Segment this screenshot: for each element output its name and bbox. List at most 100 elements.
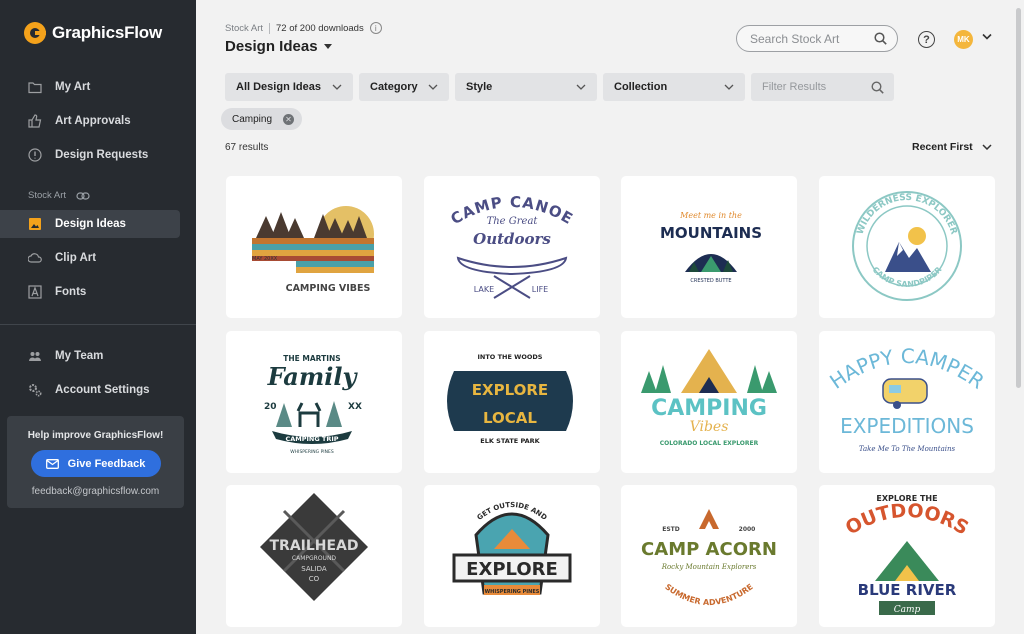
chevron-down-icon (428, 84, 438, 90)
sidebar-item-label: Fonts (55, 286, 87, 298)
card-text: BLUE RIVER (858, 581, 957, 599)
card-text: LAKE (474, 285, 494, 294)
sidebar-item-clip-art[interactable]: Clip Art (0, 244, 180, 272)
card-text: INTO THE WOODS (478, 353, 543, 361)
sidebar-item-label: My Art (55, 81, 91, 93)
card-text: CAMPGROUND (292, 555, 337, 562)
card-text: EXPLORE (466, 559, 558, 580)
font-icon (28, 285, 42, 299)
card-text: Meet me in the (679, 211, 742, 220)
explore-2-artwork: GET OUTSIDE AND EXPLORE WHISPERING PINES (452, 501, 572, 595)
blue-river-artwork: EXPLORE THE OUTDOORS BLUE RIVER Camp (842, 494, 973, 615)
card-text: OUTDOORS (842, 500, 973, 540)
envelope-icon (45, 458, 59, 469)
design-card-camping-vibes[interactable]: MAY 20XX CAMPING VIBES (226, 176, 402, 318)
dropdown-label: All Design Ideas (236, 81, 321, 93)
filter-results-input[interactable]: Filter Results (751, 73, 894, 101)
card-text: EXPLORE THE (876, 494, 937, 503)
brand-logo[interactable]: GraphicsFlow (24, 22, 162, 44)
search-placeholder: Search Stock Art (750, 31, 840, 46)
svg-text:SUMMER ADVENTURE: SUMMER ADVENTURE (663, 582, 754, 607)
card-text: SUMMER ADVENTURE (663, 582, 754, 607)
feedback-title: Help improve GraphicsFlow! (27, 430, 164, 441)
sidebar-item-art-approvals[interactable]: Art Approvals (0, 107, 180, 135)
sidebar-item-label: Art Approvals (55, 115, 131, 127)
card-text: EXPLORE (472, 381, 548, 399)
card-text: LOCAL (483, 409, 537, 427)
card-text: CAMPING (651, 396, 767, 421)
image-icon (29, 218, 41, 230)
design-card-mountains[interactable]: Meet me in the MOUNTAINS CRESTED BUTTE (621, 176, 797, 318)
help-icon[interactable]: ? (918, 31, 935, 48)
chevron-down-icon[interactable] (982, 33, 992, 40)
team-icon (29, 352, 41, 361)
section-label-stock-art: Stock Art (28, 190, 90, 201)
info-icon[interactable]: i (369, 22, 382, 34)
scrollbar[interactable] (1016, 8, 1021, 388)
trailhead-artwork: TRAILHEAD CAMPGROUND SALIDA CO (260, 493, 368, 601)
svg-text:OUTDOORS: OUTDOORS (842, 500, 973, 540)
chevron-down-icon (982, 144, 992, 150)
card-text: COLORADO LOCAL EXPLORER (660, 440, 759, 447)
dropdown-label: Category (370, 81, 418, 93)
collection-dropdown[interactable]: Collection (603, 73, 745, 101)
feedback-email[interactable]: feedback@graphicsflow.com (7, 486, 184, 497)
style-dropdown[interactable]: Style (455, 73, 597, 101)
card-text: ELK STATE PARK (480, 437, 540, 445)
card-text: MOUNTAINS (660, 224, 762, 242)
sidebar-item-my-team[interactable]: My Team (0, 342, 180, 370)
design-card-camping-vibes-2[interactable]: CAMPING Vibes COLORADO LOCAL EXPLORER (621, 331, 797, 473)
remove-chip-icon[interactable]: ✕ (283, 113, 295, 125)
breadcrumb-stock-art[interactable]: Stock Art (225, 23, 263, 34)
camping-vibes-artwork: MAY 20XX CAMPING VIBES (252, 206, 374, 294)
design-card-camp-acorn[interactable]: ESTD 2000 CAMP ACORN Rocky Mountain Expl… (621, 485, 797, 627)
card-text: XX (348, 402, 362, 412)
feedback-panel: Help improve GraphicsFlow! Give Feedback… (7, 416, 184, 508)
sort-label: Recent First (912, 141, 973, 153)
card-text: Take Me To The Mountains (859, 445, 956, 453)
sort-dropdown[interactable]: Recent First (912, 141, 992, 153)
avatar[interactable]: MK (954, 30, 973, 49)
wilderness-explorer-artwork: WILDERNESS EXPLORER CAMP SANDPIPER (852, 191, 962, 301)
sidebar-item-my-art[interactable]: My Art (0, 73, 180, 101)
design-card-explore-2[interactable]: GET OUTSIDE AND EXPLORE WHISPERING PINES (424, 485, 600, 627)
category-dropdown[interactable]: Category (359, 73, 449, 101)
card-text: Family (267, 362, 359, 391)
page-title-dropdown[interactable]: Design Ideas (225, 38, 332, 55)
folder-icon (28, 82, 42, 94)
card-text: TRAILHEAD (269, 538, 358, 554)
design-card-wilderness-explorer[interactable]: WILDERNESS EXPLORER CAMP SANDPIPER (819, 176, 995, 318)
dropdown-label: Style (466, 81, 493, 93)
page-title: Design Ideas (225, 38, 318, 55)
stock-art-search-input[interactable]: Search Stock Art (736, 25, 898, 52)
search-icon (871, 80, 884, 94)
chevron-down-icon (576, 84, 586, 90)
design-card-happy-camper[interactable]: HAPPY CAMPER EXPEDITIONS Take Me To The … (819, 331, 995, 473)
sidebar-item-design-ideas[interactable]: Design Ideas (0, 210, 180, 238)
card-text: CO (309, 575, 320, 583)
give-feedback-button[interactable]: Give Feedback (30, 450, 161, 477)
sidebar-item-account-settings[interactable]: Account Settings (0, 376, 180, 404)
card-text: Rocky Mountain Explorers (661, 563, 757, 571)
card-text: WHISPERING PINES (290, 449, 334, 455)
design-card-camp-canoe[interactable]: CAMP CANOE The Great Outdoors LAKE LIFE (424, 176, 600, 318)
sidebar-item-fonts[interactable]: Fonts (0, 278, 180, 306)
link-icon (76, 191, 90, 200)
card-text: Vibes (690, 419, 729, 435)
gears-icon (29, 384, 42, 397)
design-card-explore-local[interactable]: INTO THE WOODS EXPLORE LOCAL ELK STATE P… (424, 331, 600, 473)
card-text: MAY 20XX (252, 256, 278, 262)
camp-canoe-artwork: CAMP CANOE The Great Outdoors LAKE LIFE (448, 193, 575, 299)
card-text: 2000 (739, 526, 756, 533)
give-feedback-label: Give Feedback (67, 457, 146, 470)
search-icon[interactable] (874, 32, 887, 45)
sidebar-item-label: Clip Art (55, 252, 97, 264)
card-text: SALIDA (301, 565, 327, 573)
design-card-trailhead[interactable]: TRAILHEAD CAMPGROUND SALIDA CO (226, 485, 402, 627)
card-text: Outdoors (473, 230, 551, 248)
sidebar-item-design-requests[interactable]: Design Requests (0, 141, 180, 169)
all-design-ideas-dropdown[interactable]: All Design Ideas (225, 73, 353, 101)
design-card-martins-family[interactable]: THE MARTINS Family 20 XX CAMPING TRIP WH… (226, 331, 402, 473)
cloud-icon (28, 253, 42, 263)
design-card-blue-river[interactable]: EXPLORE THE OUTDOORS BLUE RIVER Camp (819, 485, 995, 627)
